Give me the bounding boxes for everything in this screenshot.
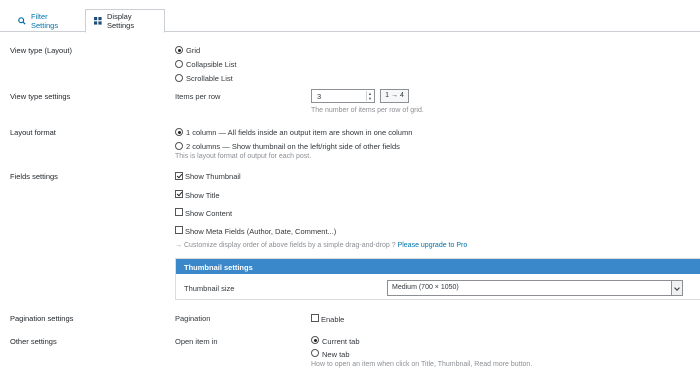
view-type-option-collapsible-list: Collapsible List	[186, 60, 237, 69]
view-type-label: View type (Layout)	[10, 46, 72, 55]
view-type-radio-scrollable-list[interactable]	[175, 74, 183, 82]
other-settings-label: Other settings	[10, 337, 57, 346]
number-spinner-icon[interactable]: ▲ ▼	[366, 91, 373, 101]
view-type-radio-collapsible-list[interactable]	[175, 60, 183, 68]
upgrade-to-pro-link[interactable]: Please upgrade to Pro	[398, 242, 468, 249]
show-content-checkbox[interactable]	[175, 208, 183, 216]
view-type-radio-grid[interactable]	[175, 46, 183, 54]
open-item-in-label: Open item in	[175, 337, 218, 346]
pagination-label: Pagination	[175, 314, 211, 323]
show-thumbnail-label: Show Thumbnail	[185, 172, 241, 181]
tab-display-settings-label: Display Settings	[107, 12, 135, 30]
grid-icon	[94, 17, 102, 25]
chevron-down-icon	[671, 280, 682, 296]
thumbnail-size-label: Thumbnail size	[184, 284, 235, 293]
thumbnail-size-value: Medium (700 × 1050)	[392, 284, 459, 291]
pagination-settings-label: Pagination settings	[10, 314, 74, 323]
open-item-option-new-tab: New tab	[322, 350, 350, 359]
settings-tab-bar: Filter Settings Display Settings	[0, 0, 700, 33]
tab-display-settings[interactable]: Display Settings	[85, 9, 165, 33]
open-item-radio-current-tab[interactable]	[311, 336, 319, 344]
view-type-option-scrollable-list: Scrollable List	[186, 74, 233, 83]
show-title-checkbox[interactable]	[175, 190, 183, 198]
tab-filter-settings-label: Filter Settings	[31, 11, 59, 30]
thumbnail-settings-header: Thumbnail settings	[176, 259, 700, 274]
layout-format-option-2-columns: 2 columns — Show thumbnail on the left/r…	[186, 142, 400, 151]
items-per-row-input[interactable]: 3 ▲ ▼	[311, 89, 375, 103]
tab-filter-settings[interactable]: Filter Settings	[10, 9, 82, 32]
layout-format-label: Layout format	[10, 128, 56, 137]
open-item-option-current-tab: Current tab	[322, 337, 360, 346]
items-per-row-value: 3	[317, 92, 322, 101]
layout-format-radio-1-column[interactable]	[175, 128, 183, 136]
fields-order-note-text: → Customize display order of above field…	[175, 242, 396, 249]
fields-settings-label: Fields settings	[10, 172, 58, 181]
items-per-row-label: Items per row	[175, 92, 221, 101]
show-content-label: Show Content	[185, 209, 233, 218]
open-item-radio-new-tab[interactable]	[311, 349, 319, 357]
show-thumbnail-checkbox[interactable]	[175, 172, 183, 180]
search-icon	[18, 16, 26, 25]
items-per-row-range: 1 → 4	[380, 89, 409, 103]
items-per-row-description: The number of items per row of grid.	[311, 107, 424, 114]
open-item-description: How to open an item when click on Title,…	[311, 361, 533, 368]
show-meta-fields-label: Show Meta Fields (Author, Date, Comment.…	[185, 227, 337, 236]
show-title-label: Show Title	[185, 191, 220, 200]
layout-format-option-1-column: 1 column — All fields inside an output i…	[186, 128, 413, 137]
view-type-option-grid: Grid	[186, 46, 201, 55]
fields-order-note: → Customize display order of above field…	[175, 242, 467, 249]
show-meta-fields-checkbox[interactable]	[175, 226, 183, 234]
thumbnail-settings-panel: Thumbnail settings Thumbnail size Medium…	[175, 258, 700, 300]
thumbnail-size-select[interactable]: Medium (700 × 1050)	[387, 280, 683, 296]
pagination-enable-checkbox[interactable]	[311, 314, 319, 322]
view-type-settings-label: View type settings	[10, 92, 71, 101]
pagination-enable-label: Enable	[321, 315, 345, 324]
layout-format-description: This is layout format of output for each…	[175, 153, 312, 160]
layout-format-radio-2-columns[interactable]	[175, 142, 183, 150]
